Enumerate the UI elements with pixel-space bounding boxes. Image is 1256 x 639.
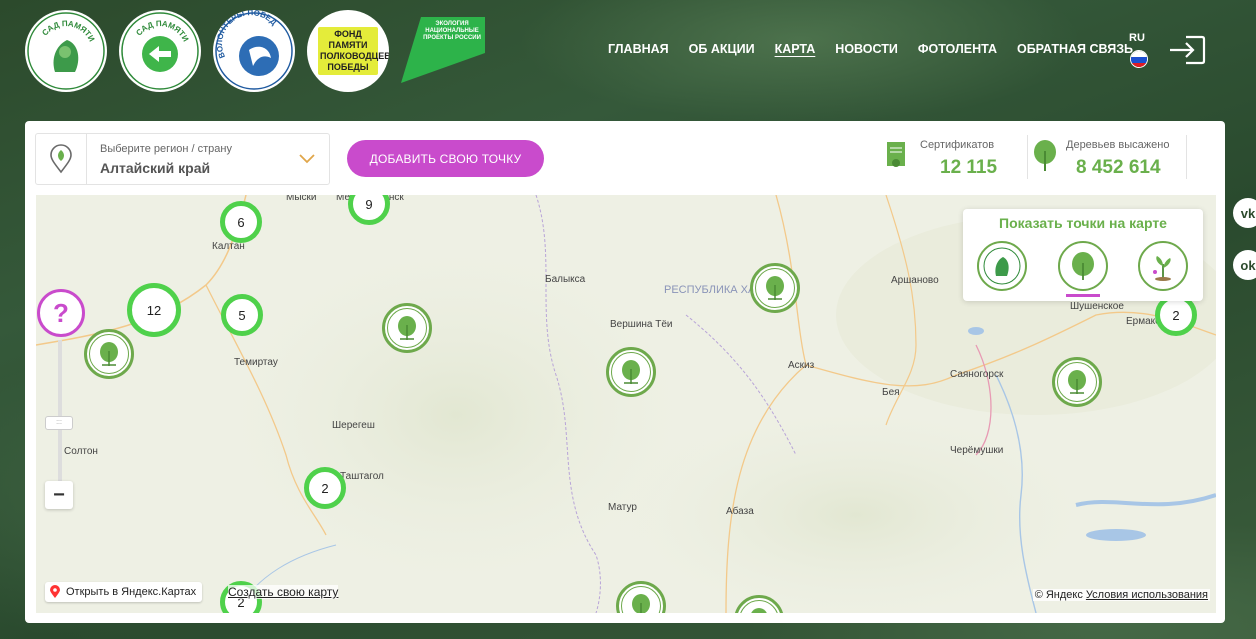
- filter-seedling-option[interactable]: [1138, 241, 1188, 291]
- nav-about[interactable]: ОБ АКЦИИ: [689, 42, 755, 56]
- fund-logo[interactable]: ФОНД ПАМЯТИ ПОЛКОВОДЦЕВ ПОБЕДЫ: [307, 10, 389, 92]
- nav-feedback[interactable]: ОБРАТНАЯ СВЯЗЬ: [1017, 42, 1133, 56]
- nav-map[interactable]: КАРТА: [775, 42, 816, 56]
- tree-icon: [739, 600, 779, 613]
- zoom-slider-handle[interactable]: :::: [45, 416, 73, 430]
- city-label: Темиртау: [234, 357, 278, 368]
- seedling-icon: [1153, 256, 1171, 281]
- svg-text:САД ПАМЯТИ: САД ПАМЯТИ: [40, 19, 96, 43]
- tree-icon: [1057, 362, 1097, 402]
- zoom-out-button[interactable]: −: [45, 481, 73, 509]
- vk-icon[interactable]: vk: [1233, 198, 1256, 228]
- np-line2: НАЦИОНАЛЬНЫЕ ПРОЕКТЫ РОССИИ: [423, 28, 481, 41]
- sad-pamyati-hub-logo[interactable]: САД ПАМЯТИ: [119, 10, 201, 92]
- nav-photos[interactable]: ФОТОЛЕНТА: [918, 42, 997, 56]
- city-label: Солтон: [64, 446, 98, 457]
- city-label: Матур: [608, 502, 637, 513]
- cluster-marker[interactable]: 2: [304, 467, 346, 509]
- copyright-text: © Яндекс: [1034, 589, 1083, 601]
- nav-news[interactable]: НОВОСТИ: [835, 42, 898, 56]
- city-label: Мыски: [286, 195, 317, 203]
- certificates-value: 12 115: [940, 157, 998, 178]
- certificates-label: Сертификатов: [920, 139, 995, 151]
- city-label: Балыкса: [545, 274, 586, 285]
- tree-icon: [621, 586, 661, 613]
- national-projects-logo[interactable]: ЭКОЛОГИЯ НАЦИОНАЛЬНЫЕ ПРОЕКТЫ РОССИИ: [401, 17, 485, 83]
- city-label: Аршаново: [891, 275, 939, 286]
- map-copyright: © Яндекс Условия использования: [1032, 589, 1210, 601]
- login-icon[interactable]: [1168, 34, 1206, 66]
- filter-sad-pamyati-option[interactable]: [977, 241, 1027, 291]
- fund-logo-text: ФОНД ПАМЯТИ ПОЛКОВОДЦЕВ ПОБЕДЫ: [318, 27, 389, 75]
- region-select[interactable]: Выберите регион / страну Алтайский край: [35, 133, 330, 185]
- trees-stat: Деревьев высажено 8 452 614: [1027, 135, 1197, 179]
- terms-link[interactable]: Условия использования: [1086, 589, 1208, 601]
- tree-icon: [89, 334, 129, 374]
- tree-icon: [611, 352, 651, 392]
- tree-icon: [387, 308, 427, 348]
- language-label[interactable]: RU: [1129, 32, 1145, 44]
- certificates-stat: Сертификатов 12 115: [882, 135, 1012, 179]
- tree-marker[interactable]: [84, 329, 134, 379]
- help-button[interactable]: ?: [37, 289, 85, 337]
- filter-trees-option[interactable]: [1058, 241, 1108, 297]
- volunteers-logo[interactable]: ВОЛОНТЁРЫ ПОБЕДЫ: [213, 10, 295, 92]
- nav-home[interactable]: ГЛАВНАЯ: [608, 42, 669, 56]
- map-panel: Выберите регион / страну Алтайский край …: [25, 121, 1225, 623]
- national-projects-text: ЭКОЛОГИЯ НАЦИОНАЛЬНЫЕ ПРОЕКТЫ РОССИИ: [423, 21, 481, 42]
- tree-icon: [1034, 140, 1056, 171]
- trees-label: Деревьев высажено: [1066, 139, 1170, 151]
- city-label: Шерегеш: [332, 420, 375, 431]
- russia-flag-icon[interactable]: [1130, 50, 1148, 68]
- main-nav: ГЛАВНАЯ ОБ АКЦИИ КАРТА НОВОСТИ ФОТОЛЕНТА…: [608, 42, 1153, 56]
- city-label: Бея: [882, 387, 900, 398]
- tree-marker[interactable]: [606, 347, 656, 397]
- region-select-value: Алтайский край: [100, 160, 211, 176]
- tree-icon: [755, 268, 795, 308]
- tree-icon: [1072, 252, 1094, 280]
- region-select-label: Выберите регион / страну: [100, 143, 232, 155]
- yandex-map[interactable]: Мыски Междуреченск Калтан Балыкса Темирт…: [36, 195, 1216, 613]
- trees-value: 8 452 614: [1076, 157, 1161, 178]
- np-line1: ЭКОЛОГИЯ: [435, 21, 469, 27]
- city-label: Черёмушки: [950, 445, 1004, 456]
- cluster-marker[interactable]: 12: [127, 283, 181, 337]
- city-label: Таштагол: [340, 471, 384, 482]
- city-label: Шушенское: [1070, 301, 1124, 312]
- sad-pamyati-icon: [983, 247, 1021, 285]
- points-filter-panel: Показать точки на карте: [963, 209, 1203, 301]
- tree-marker[interactable]: [382, 303, 432, 353]
- city-label: Аскиз: [788, 360, 815, 371]
- tree-marker[interactable]: [750, 263, 800, 313]
- tree-marker[interactable]: [1052, 357, 1102, 407]
- yandex-pin-icon: [50, 585, 60, 598]
- cluster-marker[interactable]: 5: [221, 294, 263, 336]
- certificate-icon: [887, 142, 905, 167]
- city-label: Вершина Тёи: [610, 319, 673, 330]
- map-pin-icon: [36, 134, 87, 184]
- ok-icon[interactable]: ok: [1233, 250, 1256, 280]
- open-yandex-maps-label: Открыть в Яндекс.Картах: [66, 586, 197, 598]
- add-point-button[interactable]: ДОБАВИТЬ СВОЮ ТОЧКУ: [347, 140, 544, 177]
- filter-title: Показать точки на карте: [999, 215, 1167, 231]
- city-label: Абаза: [726, 506, 754, 517]
- open-yandex-maps-link[interactable]: Открыть в Яндекс.Картах: [45, 582, 203, 602]
- sad-pamyati-logo[interactable]: САД ПАМЯТИ: [25, 10, 107, 92]
- chevron-down-icon: [299, 151, 315, 169]
- create-map-link[interactable]: Создать свою карту: [228, 585, 339, 599]
- zoom-slider-track[interactable]: [58, 340, 62, 490]
- cluster-marker[interactable]: 6: [220, 201, 262, 243]
- city-label: Саяногорск: [950, 369, 1004, 380]
